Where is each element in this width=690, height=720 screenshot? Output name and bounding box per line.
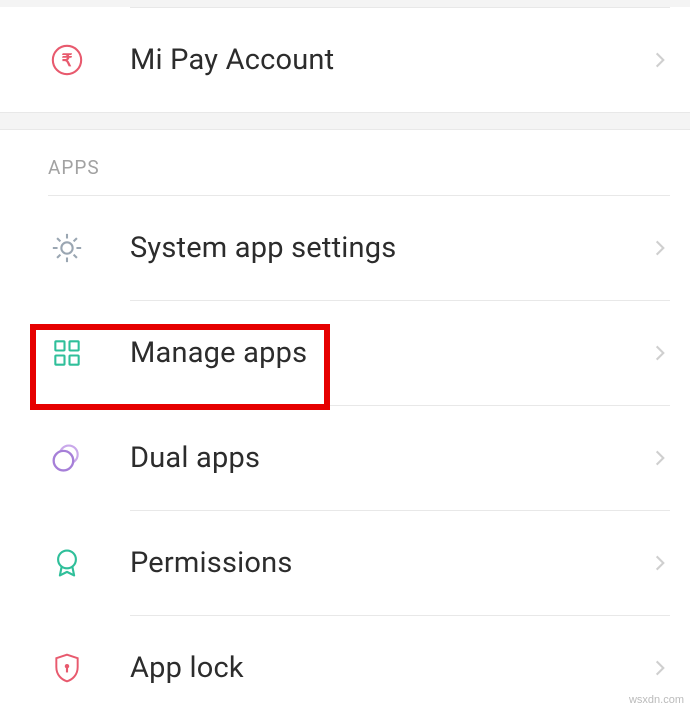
row-app-lock[interactable]: App lock xyxy=(0,616,690,720)
section-header-apps: APPS xyxy=(0,130,690,195)
badge-icon xyxy=(48,544,86,582)
chevron-right-icon xyxy=(650,658,670,678)
shield-lock-icon xyxy=(48,649,86,687)
row-label: App lock xyxy=(130,651,650,685)
section-gap xyxy=(0,112,690,130)
row-label: Permissions xyxy=(130,546,650,580)
rupee-icon: ₹ xyxy=(48,41,86,79)
row-label: Mi Pay Account xyxy=(130,43,650,77)
apps-grid-icon xyxy=(48,334,86,372)
watermark: wsxdn.com xyxy=(629,694,684,706)
row-mi-pay-account[interactable]: ₹ Mi Pay Account xyxy=(0,8,690,112)
svg-text:₹: ₹ xyxy=(62,51,73,70)
row-permissions[interactable]: Permissions xyxy=(0,511,690,615)
chevron-right-icon xyxy=(650,238,670,258)
chevron-right-icon xyxy=(650,50,670,70)
gear-icon xyxy=(48,229,86,267)
row-label: Dual apps xyxy=(130,441,650,475)
row-label: Manage apps xyxy=(130,336,650,370)
dual-apps-icon xyxy=(48,439,86,477)
chevron-right-icon xyxy=(650,448,670,468)
chevron-right-icon xyxy=(650,343,670,363)
top-spacer xyxy=(0,0,690,7)
row-dual-apps[interactable]: Dual apps xyxy=(0,406,690,510)
chevron-right-icon xyxy=(650,553,670,573)
row-system-app-settings[interactable]: System app settings xyxy=(0,196,690,300)
row-label: System app settings xyxy=(130,231,650,265)
row-manage-apps[interactable]: Manage apps xyxy=(0,301,690,405)
